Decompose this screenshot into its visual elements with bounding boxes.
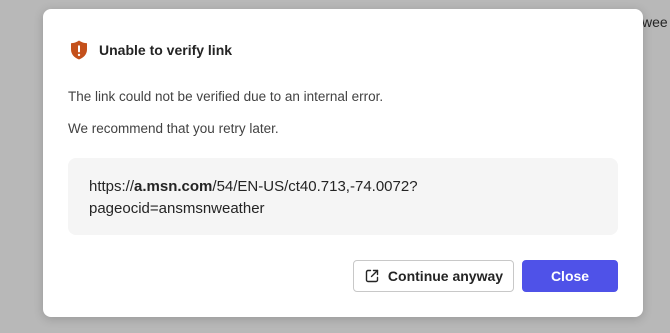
url-text: https://a.msn.com/54/EN-US/ct40.713,-74.… bbox=[89, 176, 418, 220]
dialog-header: Unable to verify link bbox=[68, 39, 232, 61]
continue-anyway-label: Continue anyway bbox=[387, 268, 504, 284]
retry-message: We recommend that you retry later. bbox=[68, 121, 279, 136]
url-prefix: https:// bbox=[89, 178, 135, 195]
background-partial-text: wee bbox=[642, 14, 668, 30]
dialog-title: Unable to verify link bbox=[99, 42, 233, 58]
close-button[interactable]: Close bbox=[522, 260, 618, 292]
shield-warning-icon bbox=[68, 39, 90, 61]
url-box: https://a.msn.com/54/EN-US/ct40.713,-74.… bbox=[68, 158, 618, 235]
url-domain: a.msn.com bbox=[134, 178, 213, 195]
verify-link-dialog: Unable to verify link The link could not… bbox=[43, 9, 643, 317]
url-path-line2: pageocid=ansmsnweather bbox=[89, 200, 265, 217]
url-path-line1: /54/EN-US/ct40.713,-74.0072? bbox=[212, 178, 418, 195]
error-message: The link could not be verified due to an… bbox=[68, 89, 384, 104]
open-external-icon bbox=[364, 268, 380, 284]
close-label: Close bbox=[550, 268, 590, 284]
continue-anyway-button[interactable]: Continue anyway bbox=[353, 260, 514, 292]
